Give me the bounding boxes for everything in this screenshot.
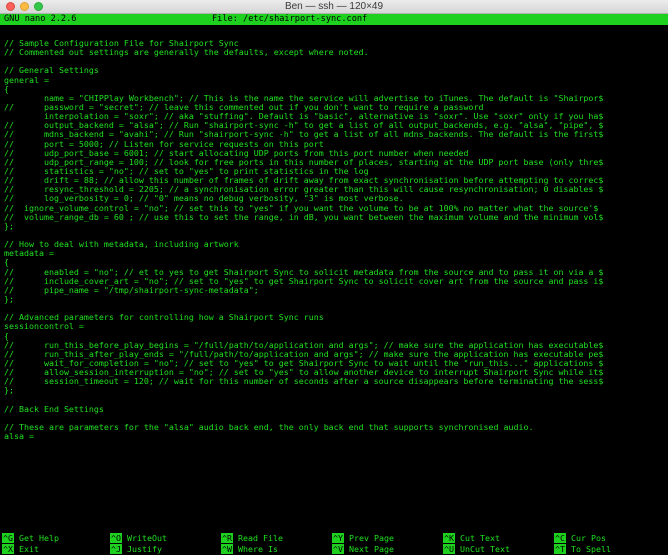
shortcut-item[interactable]: ^Y Prev Page	[332, 533, 394, 544]
shortcut-key: ^R	[221, 533, 233, 543]
shortcut-key: ^K	[443, 533, 455, 543]
code-line[interactable]: // statistics = "no"; // set to "yes" to…	[4, 167, 668, 176]
shortcut-item[interactable]: ^U UnCut Text	[443, 544, 510, 555]
window-title: Ben — ssh — 120×49	[284, 1, 384, 12]
code-line[interactable]: // Commented out settings are generally …	[4, 48, 668, 57]
code-line[interactable]: // Advanced parameters for controlling h…	[4, 313, 668, 322]
shortcut-item[interactable]: ^V Next Page	[332, 544, 394, 555]
file-content[interactable]: // Sample Configuration File for Shairpo…	[4, 39, 668, 539]
nano-shortcut-bar: ^G Get Help ^O WriteOut ^R Read File ^Y Prev Pa…	[0, 533, 668, 555]
shortcut-item[interactable]: ^R Read File	[221, 533, 283, 544]
shortcut-key: ^J	[110, 544, 122, 554]
code-line[interactable]: // enabled = "no"; // et to yes to get S…	[4, 268, 668, 277]
code-line[interactable]: // Back End Settings	[4, 405, 668, 414]
code-line[interactable]: // udp_port_range = 100; // look for fre…	[4, 158, 668, 167]
shortcut-label: Cur Pos	[571, 533, 606, 543]
code-line[interactable]: {	[4, 85, 668, 94]
shortcut-label: Prev Page	[349, 533, 394, 543]
code-line[interactable]: // wait_for_completion = "no"; // set to…	[4, 359, 668, 368]
nano-version: GNU nano 2.2.6	[4, 14, 77, 24]
code-line[interactable]: // port = 5000; // Listen for service re…	[4, 140, 668, 149]
code-line[interactable]: // run_this_before_play_begins = "/full/…	[4, 341, 668, 350]
code-line[interactable]: // include_cover_art = "no"; // set to "…	[4, 277, 668, 286]
window-titlebar: Ben — ssh — 120×49	[0, 0, 668, 14]
shortcut-label: Next Page	[349, 544, 394, 554]
code-line[interactable]: // pipe_name = "/tmp/shairport-sync-meta…	[4, 286, 668, 295]
code-line[interactable]: // How to deal with metadata, including …	[4, 240, 668, 249]
shortcut-label: Justify	[127, 544, 162, 554]
shortcut-item[interactable]: ^K Cut Text	[443, 533, 500, 544]
shortcut-item[interactable]: ^X Exit	[2, 544, 39, 555]
code-line[interactable]: {	[4, 332, 668, 341]
shortcut-label: UnCut Text	[460, 544, 510, 554]
shortcut-item[interactable]: ^G Get Help	[2, 533, 59, 544]
code-line[interactable]	[4, 304, 668, 313]
code-line[interactable]: // password = "secret"; // leave this co…	[4, 103, 668, 112]
shortcut-item[interactable]: ^C Cur Pos	[554, 533, 606, 544]
code-line[interactable]: // udp_port_base = 6001; // start alloca…	[4, 149, 668, 158]
shortcut-key: ^C	[554, 533, 566, 543]
shortcut-item[interactable]: ^W Where Is	[221, 544, 278, 555]
code-line[interactable]: };	[4, 295, 668, 304]
shortcut-label: Exit	[19, 544, 39, 554]
code-line[interactable]: sessioncontrol =	[4, 322, 668, 331]
shortcut-key: ^T	[554, 544, 566, 554]
shortcut-key: ^W	[221, 544, 233, 554]
code-line[interactable]: // General Settings	[4, 66, 668, 75]
shortcut-key: ^O	[110, 533, 122, 543]
code-line[interactable]: // mdns_backend = "avahi"; // Run "shair…	[4, 130, 668, 139]
code-line[interactable]: // resync_threshold = 2205; // a synchro…	[4, 185, 668, 194]
shortcut-item[interactable]: ^O WriteOut	[110, 533, 167, 544]
shortcut-item[interactable]: ^T To Spell	[554, 544, 611, 555]
code-line[interactable]: // output_backend = "alsa"; // Run "shai…	[4, 121, 668, 130]
code-line[interactable]: metadata =	[4, 249, 668, 258]
shortcut-label: Where Is	[238, 544, 278, 554]
shortcut-key: ^G	[2, 533, 14, 543]
code-line[interactable]	[4, 57, 668, 66]
shortcut-key: ^X	[2, 544, 14, 554]
code-line[interactable]: // allow_session_interruption = "no"; //…	[4, 368, 668, 377]
code-line[interactable]: // session_timeout = 120; // wait for th…	[4, 377, 668, 386]
code-line[interactable]	[4, 395, 668, 404]
terminal-area[interactable]: GNU nano 2.2.6 File: /etc/shairport-sync…	[0, 14, 668, 555]
code-line[interactable]: // run_this_after_play_ends = "/full/pat…	[4, 350, 668, 359]
nano-file-name: File: /etc/shairport-sync.conf	[212, 14, 368, 24]
code-line[interactable]: alsa =	[4, 432, 668, 441]
shortcut-label: Cut Text	[460, 533, 500, 543]
code-line[interactable]: // volume_range_db = 60 ; // use this to…	[4, 213, 668, 222]
code-line[interactable]: // log_verbosity = 0; // "0" means no de…	[4, 194, 668, 203]
code-line[interactable]: // Sample Configuration File for Shairpo…	[4, 39, 668, 48]
shortcut-key: ^Y	[332, 533, 344, 543]
code-line[interactable]: // drift = 88; // allow this number of f…	[4, 176, 668, 185]
shortcut-key: ^V	[332, 544, 344, 554]
shortcut-label: Get Help	[19, 533, 59, 543]
shortcut-key: ^U	[443, 544, 455, 554]
code-line[interactable]	[4, 414, 668, 423]
code-line[interactable]: {	[4, 258, 668, 267]
code-line[interactable]: general =	[4, 76, 668, 85]
shortcut-label: Read File	[238, 533, 283, 543]
code-line[interactable]: interpolation = "soxr"; // aka "stuffing…	[4, 112, 668, 121]
nano-header-bar: GNU nano 2.2.6 File: /etc/shairport-sync…	[0, 14, 668, 25]
shortcut-item[interactable]: ^J Justify	[110, 544, 162, 555]
code-line[interactable]: name = "CHIPPlay Workbench"; // This is …	[4, 94, 668, 103]
code-line[interactable]: };	[4, 222, 668, 231]
code-line[interactable]: };	[4, 386, 668, 395]
shortcut-label: To Spell	[571, 544, 611, 554]
code-line[interactable]: // These are parameters for the "alsa" a…	[4, 423, 668, 432]
code-line[interactable]: // ignore_volume_control = "no"; // set …	[4, 204, 668, 213]
code-line[interactable]	[4, 231, 668, 240]
shortcut-label: WriteOut	[127, 533, 167, 543]
